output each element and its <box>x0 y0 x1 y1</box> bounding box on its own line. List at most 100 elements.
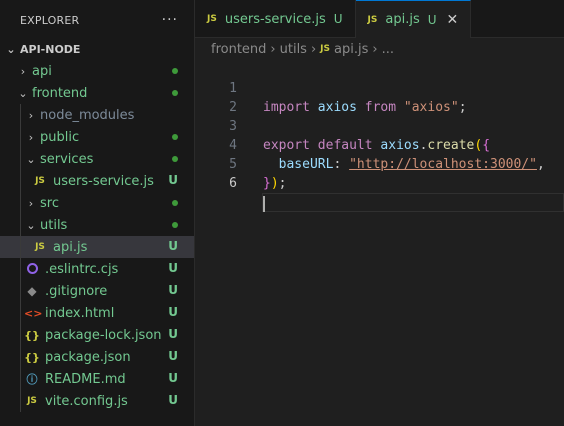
javascript-file-icon: JS <box>27 396 37 406</box>
indent-guide <box>20 368 21 390</box>
more-actions-icon[interactable]: ··· <box>162 12 178 28</box>
untracked-badge: U <box>168 371 178 385</box>
chevron-right-icon: › <box>28 196 34 210</box>
tree-root-api-node[interactable]: ⌄ API-NODE <box>0 38 194 60</box>
code-line: 5 }); <box>195 136 564 191</box>
tab-label: api.js <box>385 12 420 27</box>
info-icon: ⓘ <box>26 373 38 386</box>
chevron-right-icon: › <box>372 41 378 57</box>
eslint-icon <box>26 263 38 275</box>
indent-guide <box>20 192 21 214</box>
chevron-down-icon: ⌄ <box>26 152 36 166</box>
editor-area: JS users-service.js U JS api.js U ✕ fron… <box>195 0 564 426</box>
indent-guide <box>20 346 21 368</box>
code-token: ; <box>278 176 287 191</box>
chevron-right-icon: › <box>28 108 34 122</box>
tree-folder-public[interactable]: › public <box>0 126 194 148</box>
tree-file-gitignore[interactable]: ◆ .gitignore U <box>0 280 194 302</box>
untracked-badge: U <box>168 327 178 341</box>
json-file-icon: {} <box>24 350 40 364</box>
chevron-right-icon: › <box>28 130 34 144</box>
json-file-icon: {} <box>24 328 40 342</box>
code-line-current: 6 <box>195 155 564 212</box>
breadcrumb-item-utils[interactable]: utils <box>280 42 307 57</box>
indent-guide <box>20 214 21 236</box>
chevron-right-icon: › <box>270 41 276 57</box>
modified-dot-icon <box>172 68 178 74</box>
tree-folder-node-modules[interactable]: › node_modules <box>0 104 194 126</box>
tree-file-package-json[interactable]: {} package.json U <box>0 346 194 368</box>
tree-file-eslintrc[interactable]: .eslintrc.cjs U <box>0 258 194 280</box>
html-file-icon: <> <box>24 306 43 320</box>
modified-dot-icon <box>172 134 178 140</box>
untracked-badge: U <box>168 283 178 297</box>
javascript-file-icon: JS <box>35 242 45 252</box>
javascript-file-icon: JS <box>207 14 217 24</box>
indent-guide <box>20 170 21 192</box>
modified-dot-icon <box>172 90 178 96</box>
code-editor[interactable]: 1 import axios from "axios"; 2 3 export … <box>195 60 564 212</box>
indent-guide <box>20 302 21 324</box>
tree-file-api-js[interactable]: JS api.js U <box>0 236 194 258</box>
modified-dot-icon <box>172 222 178 228</box>
modified-dot-icon <box>172 200 178 206</box>
tree-file-readme[interactable]: ⓘ README.md U <box>0 368 194 390</box>
code-line: 2 <box>195 79 564 115</box>
explorer-header: EXPLORER ··· <box>0 0 194 40</box>
untracked-badge: U <box>168 239 178 253</box>
chevron-down-icon: ⌄ <box>26 218 36 232</box>
code-token: ) <box>270 176 279 191</box>
explorer-sidebar: EXPLORER ··· ⌄ API-NODE › api ⌄ frontend… <box>0 0 195 426</box>
tree-folder-api[interactable]: › api <box>0 60 194 82</box>
modified-dot-icon <box>172 156 178 162</box>
tree-folder-services[interactable]: ⌄ services <box>0 148 194 170</box>
code-line: 4 baseURL: "http://localhost:3000/", <box>195 117 564 172</box>
indent-guide <box>20 104 21 126</box>
tree-file-vite-config[interactable]: JS vite.config.js U <box>0 390 194 412</box>
indent-guide <box>20 148 21 170</box>
javascript-file-icon: JS <box>320 44 331 54</box>
tree-folder-utils[interactable]: ⌄ utils <box>0 214 194 236</box>
line-number: 6 <box>229 176 237 191</box>
tab-users-service[interactable]: JS users-service.js U <box>195 0 356 38</box>
chevron-right-icon: › <box>20 64 26 78</box>
close-icon[interactable]: ✕ <box>447 12 459 28</box>
tree-file-users-service[interactable]: JS users-service.js U <box>0 170 194 192</box>
code-token: } <box>263 176 271 191</box>
tree-folder-frontend[interactable]: ⌄ frontend <box>0 82 194 104</box>
git-icon: ◆ <box>27 284 37 298</box>
untracked-badge: U <box>333 12 343 26</box>
untracked-badge: U <box>168 305 178 319</box>
breadcrumb-item-frontend[interactable]: frontend <box>211 42 266 57</box>
javascript-file-icon: JS <box>367 14 378 25</box>
untracked-badge: U <box>168 393 178 407</box>
indent-guide <box>20 258 21 280</box>
code-line: 1 import axios from "axios"; <box>195 60 564 115</box>
explorer-title: EXPLORER <box>20 13 80 27</box>
untracked-badge: U <box>168 173 178 187</box>
indent-guide <box>20 324 21 346</box>
chevron-down-icon: ⌄ <box>6 42 16 56</box>
tab-api-js[interactable]: JS api.js U ✕ <box>355 0 472 38</box>
tab-bar: JS users-service.js U JS api.js U ✕ <box>195 0 564 38</box>
indent-guide <box>20 390 21 412</box>
untracked-badge: U <box>168 349 178 363</box>
untracked-badge: U <box>168 261 178 275</box>
text-cursor <box>263 195 265 212</box>
breadcrumb-item-more[interactable]: ... <box>382 42 394 57</box>
breadcrumb: frontend › utils › JS api.js › ... <box>195 38 564 60</box>
chevron-down-icon: ⌄ <box>18 86 28 100</box>
javascript-file-icon: JS <box>35 176 45 186</box>
file-tree: ⌄ API-NODE › api ⌄ frontend › node_modul… <box>0 38 194 412</box>
code-line: 3 export default axios.create({ <box>195 98 564 153</box>
untracked-badge: U <box>427 12 437 27</box>
indent-guide <box>20 236 21 258</box>
indent-guide <box>20 126 21 148</box>
tab-label: users-service.js <box>224 11 326 27</box>
chevron-right-icon: › <box>310 41 317 57</box>
breadcrumb-item-api-js[interactable]: api.js <box>334 42 368 57</box>
tree-folder-src[interactable]: › src <box>0 192 194 214</box>
tree-file-package-lock[interactable]: {} package-lock.json U <box>0 324 194 346</box>
indent-guide <box>20 280 21 302</box>
tree-file-index-html[interactable]: <> index.html U <box>0 302 194 324</box>
